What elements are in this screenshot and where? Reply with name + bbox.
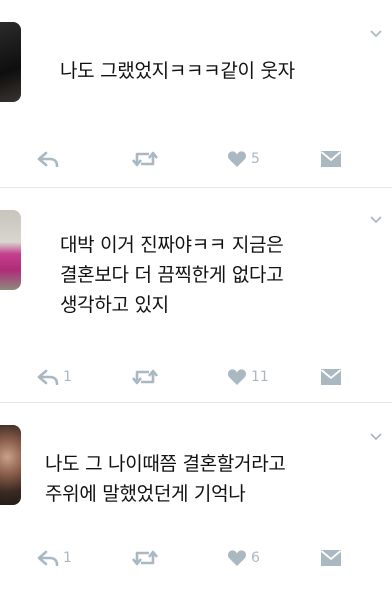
retweet-button[interactable] <box>132 543 162 573</box>
chevron-down-icon[interactable] <box>370 30 382 38</box>
direct-message-icon <box>320 150 342 168</box>
avatar[interactable] <box>0 210 21 290</box>
tweet-text: 나도 그 나이때쯤 결혼할거라고 주위에 말했었던게 기억나 <box>45 453 286 505</box>
direct-message-button[interactable] <box>320 144 342 174</box>
avatar[interactable] <box>0 425 21 505</box>
tweet-3[interactable]: 나도 그 나이때쯤 결혼할거라고 주위에 말했었던게 기억나 1 6 <box>0 403 392 600</box>
reply-icon <box>37 369 59 385</box>
reply-count: 1 <box>63 550 72 566</box>
direct-message-icon <box>320 549 342 567</box>
reply-icon <box>37 151 59 167</box>
reply-button[interactable]: 1 <box>37 362 72 392</box>
direct-message-icon <box>320 368 342 386</box>
tweet-actions: 5 <box>0 144 392 174</box>
retweet-icon <box>132 150 158 168</box>
heart-icon <box>227 368 247 386</box>
like-button[interactable]: 6 <box>227 543 260 573</box>
tweet-text: 대박 이거 진짜야ㅋㅋ 지금은 결혼보다 더 끔찍한게 없다고 생각하고 있지 <box>60 234 284 316</box>
reply-count: 1 <box>63 369 72 385</box>
retweet-icon <box>132 368 158 386</box>
like-button[interactable]: 11 <box>227 362 269 392</box>
like-button[interactable]: 5 <box>227 144 260 174</box>
heart-icon <box>227 150 247 168</box>
reply-button[interactable] <box>37 144 63 174</box>
chevron-down-icon[interactable] <box>370 216 382 224</box>
heart-icon <box>227 549 247 567</box>
tweet-text: 나도 그랬었지ㅋㅋㅋ같이 웃자 <box>60 60 295 82</box>
chevron-down-icon[interactable] <box>370 433 382 441</box>
tweet-1[interactable]: 나도 그랬었지ㅋㅋㅋ같이 웃자 5 <box>0 0 392 188</box>
reply-icon <box>37 550 59 566</box>
avatar[interactable] <box>0 22 21 102</box>
retweet-button[interactable] <box>132 144 162 174</box>
tweet-actions: 1 11 <box>0 362 392 392</box>
direct-message-button[interactable] <box>320 543 342 573</box>
retweet-button[interactable] <box>132 362 162 392</box>
like-count: 11 <box>251 369 269 385</box>
tweet-2[interactable]: 대박 이거 진짜야ㅋㅋ 지금은 결혼보다 더 끔찍한게 없다고 생각하고 있지 … <box>0 188 392 403</box>
reply-button[interactable]: 1 <box>37 543 72 573</box>
retweet-icon <box>132 549 158 567</box>
tweet-actions: 1 6 <box>0 543 392 573</box>
like-count: 5 <box>251 151 260 167</box>
like-count: 6 <box>251 550 260 566</box>
direct-message-button[interactable] <box>320 362 342 392</box>
